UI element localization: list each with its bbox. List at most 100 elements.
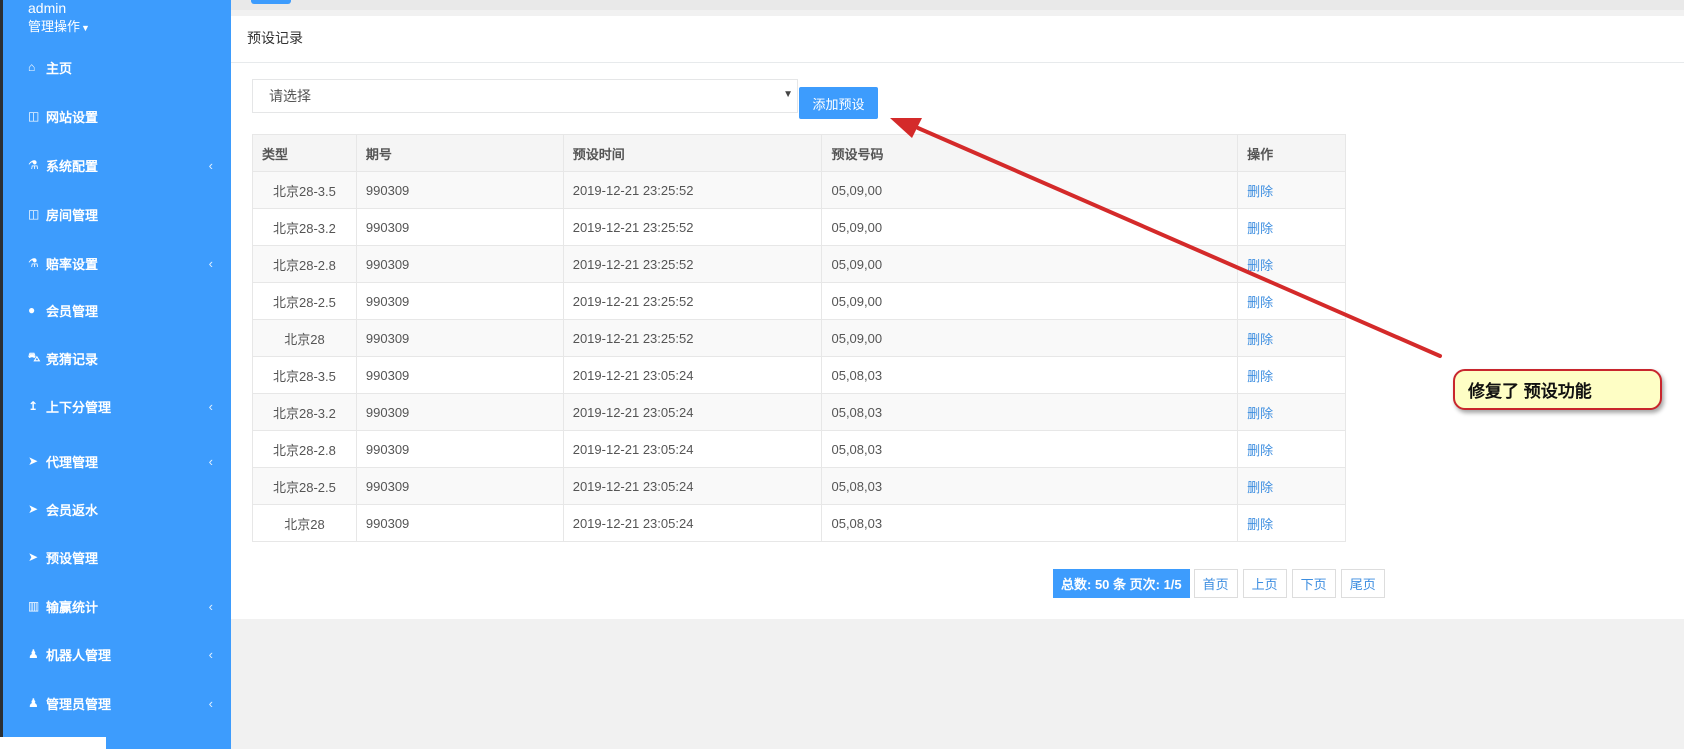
sidebar-item-label: 管理员管理: [46, 696, 112, 712]
table-cell: 2019-12-21 23:25:52: [562, 171, 823, 209]
next-page-button[interactable]: 下页: [1291, 569, 1336, 598]
table-cell: 2019-12-21 23:25:52: [562, 245, 823, 283]
sidebar-item-label: 竞猜记录: [46, 351, 99, 367]
active-tab-indicator[interactable]: [251, 0, 291, 4]
sidebar-item[interactable]: ◫ 网站设置: [28, 104, 213, 128]
table-cell-actions: 删除: [1237, 245, 1346, 283]
table-cell: 北京28: [252, 319, 357, 357]
sidebar-item-label: 网站设置: [46, 109, 99, 125]
table-cell: 990309: [355, 208, 564, 246]
arrow-up-icon: ↥: [28, 399, 39, 413]
table-cell-actions: 删除: [1237, 467, 1346, 505]
divider: [231, 62, 1684, 63]
column-header-numbers: 预设号码: [821, 134, 1239, 172]
delete-link[interactable]: 删除: [1247, 406, 1273, 421]
content-panel: 预设记录 请选择 ▼ 添加预设 类型 期号 预设时间 预设号码 操作 北京28-…: [231, 16, 1684, 619]
sidebar-item[interactable]: ⌂ 主页: [28, 55, 213, 79]
table-row: 北京28-2.5 990309 2019-12-21 23:05:24 05,08,0…: [252, 467, 1346, 505]
car-icon: ⛍: [28, 350, 41, 364]
bar-chart-icon: ▥: [28, 599, 40, 613]
sidebar-item[interactable]: ♟ 管理员管理 ‹: [28, 691, 213, 715]
table-row: 北京28-2.8 990309 2019-12-21 23:05:24 05,08,0…: [252, 430, 1346, 468]
male-icon: ♟: [28, 696, 39, 710]
delete-link[interactable]: 删除: [1247, 480, 1273, 495]
chevron-left-icon: ‹: [208, 255, 213, 271]
male-icon: ♟: [28, 647, 39, 661]
delete-link[interactable]: 删除: [1247, 332, 1273, 347]
table-row: 北京28-2.8 990309 2019-12-21 23:25:52 05,09,0…: [252, 245, 1346, 283]
prev-page-button[interactable]: 上页: [1242, 569, 1287, 598]
sidebar-item[interactable]: ➤ 代理管理 ‹: [28, 449, 213, 473]
sidebar-item[interactable]: ● 会员管理: [28, 298, 213, 322]
sidebar-item[interactable]: ➤ 预设管理: [28, 545, 213, 569]
sidebar-item[interactable]: ◫ 房间管理: [28, 202, 213, 226]
delete-link[interactable]: 删除: [1247, 517, 1273, 532]
user-menu-toggle[interactable]: 管理操作▼: [28, 19, 90, 36]
delete-link[interactable]: 删除: [1247, 221, 1273, 236]
table-cell: 2019-12-21 23:05:24: [562, 430, 823, 468]
last-page-button[interactable]: 尾页: [1340, 569, 1385, 598]
delete-link[interactable]: 删除: [1247, 369, 1273, 384]
sidebar-item-label: 输赢统计: [46, 599, 99, 615]
delete-link[interactable]: 删除: [1247, 443, 1273, 458]
table-cell: 北京28-2.5: [252, 467, 357, 505]
delete-link[interactable]: 删除: [1247, 295, 1273, 310]
table-cell: 2019-12-21 23:05:24: [562, 504, 823, 542]
flask-icon: ⚗: [28, 158, 39, 172]
sidebar-item[interactable]: ▥ 输赢统计 ‹: [28, 594, 213, 618]
preset-table: 类型 期号 预设时间 预设号码 操作 北京28-3.5 990309 2019-12…: [252, 134, 1346, 542]
delete-link[interactable]: 删除: [1247, 258, 1273, 273]
table-row: 北京28-2.5 990309 2019-12-21 23:25:52 05,09,0…: [252, 282, 1346, 320]
sidebar-item[interactable]: ↥ 上下分管理 ‹: [28, 394, 213, 418]
sidebar-item-label: 机器人管理: [46, 647, 112, 663]
table-cell: 05,09,00: [821, 319, 1239, 357]
chevron-left-icon: ‹: [208, 453, 213, 469]
sidebar-item[interactable]: ➤ 会员返水: [28, 497, 213, 521]
table-cell: 05,08,03: [821, 504, 1239, 542]
sidebar-item-label: 预设管理: [46, 550, 99, 566]
sidebar-item-label: 代理管理: [46, 454, 99, 470]
table-cell: 2019-12-21 23:25:52: [562, 319, 823, 357]
sidebar-item-label: 会员返水: [46, 502, 99, 518]
table-cell: 990309: [355, 282, 564, 320]
column-header-time: 预设时间: [562, 134, 823, 172]
table-cell: 990309: [355, 245, 564, 283]
table-cell: 05,08,03: [821, 393, 1239, 431]
table-cell: 北京28-3.5: [252, 171, 357, 209]
sidebar-item[interactable]: ⛍ 竞猜记录: [28, 346, 213, 370]
chevron-left-icon: ‹: [208, 398, 213, 414]
table-cell: 05,08,03: [821, 467, 1239, 505]
table-cell: 990309: [355, 467, 564, 505]
sidebar-item-label: 赔率设置: [46, 256, 99, 272]
table-cell: 990309: [355, 319, 564, 357]
table-cell: 05,08,03: [821, 356, 1239, 394]
add-preset-button[interactable]: 添加预设: [799, 87, 878, 119]
table-cell: 北京28-3.2: [252, 208, 357, 246]
flask-icon: ⚗: [28, 256, 39, 270]
column-header-actions: 操作: [1237, 134, 1346, 172]
columns-icon: ◫: [28, 207, 40, 221]
pagination: 总数: 50 条 页次: 1/5 首页 上页 下页 尾页: [1053, 569, 1390, 598]
preset-select[interactable]: 请选择 ▼: [252, 79, 798, 113]
table-cell: 2019-12-21 23:05:24: [562, 393, 823, 431]
table-cell: 990309: [355, 393, 564, 431]
first-page-button[interactable]: 首页: [1193, 569, 1238, 598]
table-cell: 北京28-3.5: [252, 356, 357, 394]
sidebar-item[interactable]: ⚗ 系统配置 ‹: [28, 153, 213, 177]
paper-plane-icon: ➤: [28, 502, 39, 516]
table-cell: 北京28: [252, 504, 357, 542]
chevron-left-icon: ‹: [208, 646, 213, 662]
sidebar-item[interactable]: ♟ 机器人管理 ‹: [28, 642, 213, 666]
table-cell: 2019-12-21 23:25:52: [562, 282, 823, 320]
sidebar-item[interactable]: ⚗ 赔率设置 ‹: [28, 251, 213, 275]
table-cell: 990309: [355, 171, 564, 209]
table-cell: 05,09,00: [821, 208, 1239, 246]
table-cell-actions: 删除: [1237, 208, 1346, 246]
delete-link[interactable]: 删除: [1247, 184, 1273, 199]
table-cell: 05,08,03: [821, 430, 1239, 468]
table-row: 北京28-3.2 990309 2019-12-21 23:25:52 05,09,0…: [252, 208, 1346, 246]
annotation-callout: 修复了 预设功能: [1453, 369, 1662, 410]
sidebar-item-label: 主页: [46, 60, 73, 76]
table-cell: 05,09,00: [821, 282, 1239, 320]
table-cell-actions: 删除: [1237, 171, 1346, 209]
